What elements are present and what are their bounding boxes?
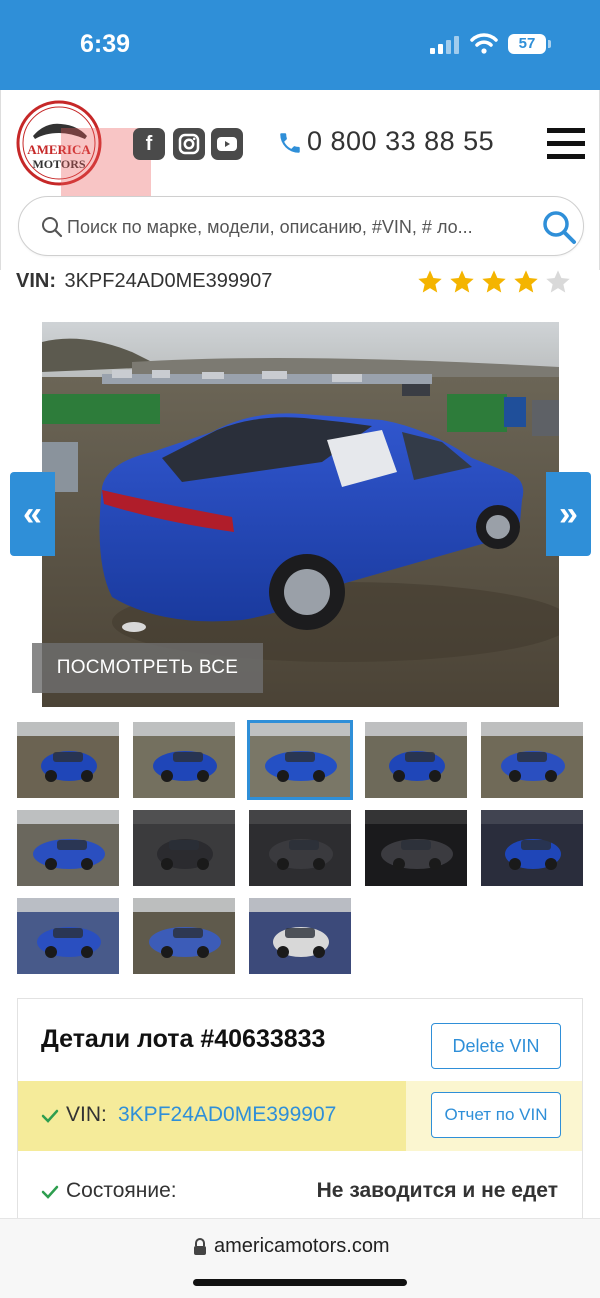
- url-text[interactable]: americamotors.com: [214, 1235, 390, 1258]
- phone-number[interactable]: 0 800 33 88 55: [307, 126, 494, 157]
- view-all-button[interactable]: ПОСМОТРЕТЬ ВСЕ: [32, 643, 263, 693]
- thumbnail-picture: [133, 722, 235, 798]
- vin-report-button[interactable]: Отчет по VIN: [431, 1092, 561, 1138]
- vin-label: VIN:: [16, 270, 56, 292]
- status-time: 6:39: [80, 30, 131, 58]
- thumbnail-image[interactable]: [133, 722, 235, 798]
- thumbnail-image[interactable]: [17, 898, 119, 974]
- wifi-icon: [470, 33, 498, 54]
- thumbnail-picture: [249, 898, 351, 974]
- delete-vin-button[interactable]: Delete VIN: [431, 1023, 561, 1069]
- star-filled-icon: [418, 270, 442, 293]
- thumbnail-picture: [17, 898, 119, 974]
- search-box: [18, 196, 584, 256]
- youtube-glyph: [217, 137, 237, 151]
- lot-details: Детали лота #40633833 Delete VIN VIN: 3K…: [17, 998, 583, 1228]
- thumbnail-picture: [249, 810, 351, 886]
- phone-icon[interactable]: [277, 130, 303, 156]
- site-header: AMERICA MOTORS f 0 800 33 88 55: [0, 90, 600, 270]
- thumbnail-picture: [133, 810, 235, 886]
- gallery-next-button[interactable]: »: [546, 472, 591, 556]
- browser-url-bar[interactable]: americamotors.com: [0, 1218, 600, 1298]
- thumbnail-picture: [133, 898, 235, 974]
- search-icon: [42, 217, 63, 238]
- lot-vin-value[interactable]: 3KPF24AD0ME399907: [118, 1103, 336, 1127]
- thumbnail-picture: [365, 722, 467, 798]
- thumbnail-image[interactable]: [133, 810, 235, 886]
- facebook-glyph: f: [145, 132, 153, 155]
- vin-row: VIN: 3KPF24AD0ME399907: [16, 270, 584, 300]
- state-label: Состояние:: [66, 1179, 177, 1202]
- star-empty-icon: [546, 270, 570, 293]
- thumbnail-image[interactable]: [17, 722, 119, 798]
- check-icon: [41, 1109, 59, 1123]
- thumbnail-image[interactable]: [481, 810, 583, 886]
- thumbnail-picture: [481, 722, 583, 798]
- thumbnail-picture: [481, 810, 583, 886]
- thumbnail-image[interactable]: [365, 810, 467, 886]
- check-icon: [41, 1185, 59, 1199]
- star-filled-icon: [482, 270, 506, 293]
- thumbnail-picture: [249, 722, 351, 798]
- thumbnail-image[interactable]: [249, 810, 351, 886]
- search-submit-icon[interactable]: [541, 209, 577, 245]
- thumbnail-image[interactable]: [481, 722, 583, 798]
- battery-cap: [548, 40, 551, 48]
- battery-icon: 57: [508, 34, 546, 54]
- lock-icon: [194, 1238, 206, 1255]
- state-value: Не заводится и не едет: [316, 1179, 558, 1202]
- thumbnail-image[interactable]: [247, 720, 353, 800]
- instagram-icon[interactable]: [173, 128, 205, 160]
- vin-band-arrow: [390, 1081, 406, 1151]
- thumbnail-picture: [365, 810, 467, 886]
- thumbnail-image[interactable]: [17, 810, 119, 886]
- thumbnail-image[interactable]: [249, 898, 351, 974]
- thumbnail-image[interactable]: [133, 898, 235, 974]
- vin-value: 3KPF24AD0ME399907: [64, 270, 273, 292]
- gallery-prev-button[interactable]: «: [10, 472, 55, 556]
- home-indicator[interactable]: [193, 1279, 407, 1286]
- lot-vin-label: VIN:: [66, 1103, 107, 1126]
- facebook-icon[interactable]: f: [133, 128, 165, 160]
- star-filled-icon: [514, 270, 538, 293]
- thumbnail-picture: [17, 810, 119, 886]
- thumbnail-picture: [17, 722, 119, 798]
- thumbnail-image[interactable]: [365, 722, 467, 798]
- signal-icon: [430, 36, 459, 54]
- page: 6:39 57 AMERICA MOTORS f 0 800 33 88 55 …: [0, 0, 600, 1298]
- menu-icon[interactable]: [547, 128, 585, 160]
- star-filled-icon: [450, 270, 474, 293]
- instagram-glyph: [178, 133, 200, 155]
- search-input[interactable]: [67, 212, 537, 242]
- lot-title: Детали лота #40633833: [41, 1025, 326, 1053]
- rating-stars: [416, 268, 572, 296]
- status-bar: 6:39 57: [0, 0, 600, 90]
- youtube-icon[interactable]: [211, 128, 243, 160]
